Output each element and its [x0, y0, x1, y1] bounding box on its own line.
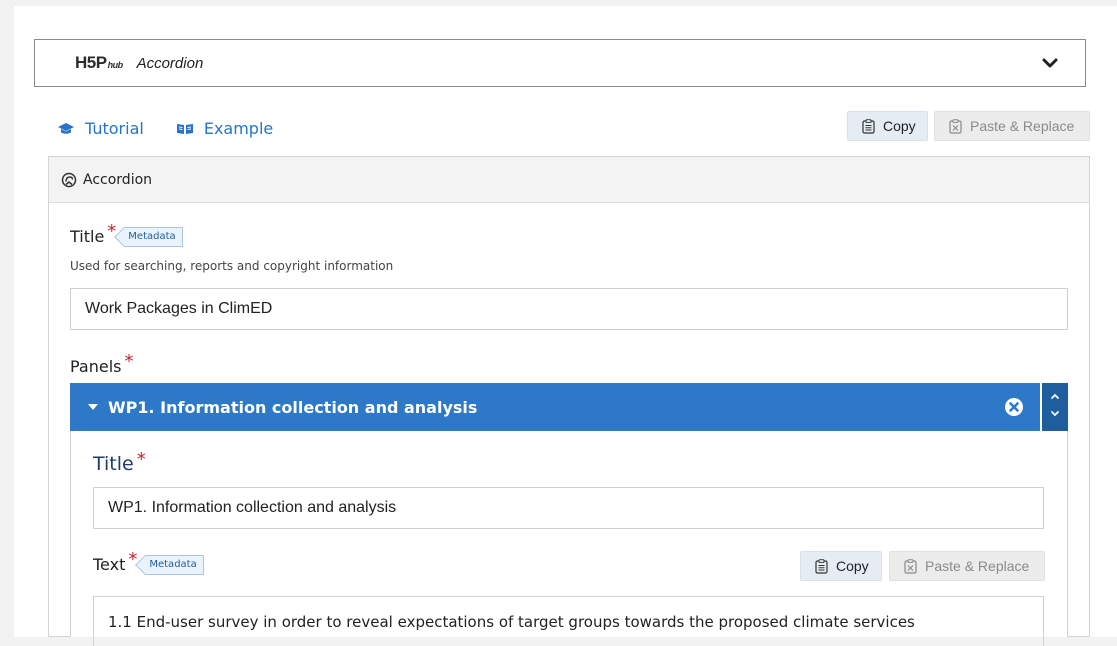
order-buttons: [1042, 383, 1068, 431]
graduation-cap-icon: [58, 122, 74, 134]
paste-replace-label: Paste & Replace: [970, 118, 1075, 134]
h5p-logo-text: H5P: [75, 53, 107, 72]
example-link[interactable]: Example: [176, 119, 273, 138]
metadata-badge-label: Metadata: [149, 559, 197, 570]
help-links: Tutorial Example: [57, 119, 273, 138]
panel-title-label-text: Title: [93, 453, 134, 475]
panel-text-label: Text * Metadata: [93, 549, 204, 575]
content-type-header: Accordion: [49, 157, 1089, 203]
panel-text-content: 1.1 End-user survey in order to reveal e…: [108, 613, 915, 631]
required-mark: *: [136, 448, 146, 470]
h5p-logo-sub: hub: [107, 60, 124, 70]
title-input[interactable]: Work Packages in ClimED: [70, 288, 1068, 330]
panel-paste-replace-label: Paste & Replace: [925, 558, 1030, 574]
panel-item-header[interactable]: WP1. Information collection and analysis: [70, 383, 1040, 431]
copy-button[interactable]: Copy: [847, 111, 928, 141]
paste-clipboard-icon: [904, 558, 917, 574]
metadata-badge[interactable]: Metadata: [145, 554, 204, 575]
clipboard-icon: [815, 558, 828, 574]
panels-label: Panels *: [70, 351, 134, 377]
panel-text-editor[interactable]: 1.1 End-user survey in order to reveal e…: [93, 596, 1044, 646]
move-up-icon[interactable]: [1049, 389, 1061, 407]
title-field-label: Title * Metadata: [70, 221, 183, 247]
panel-copy-button[interactable]: Copy: [800, 551, 882, 581]
panel-title-label: Title *: [93, 449, 146, 476]
example-label: Example: [203, 119, 274, 138]
panels-label-text: Panels: [70, 357, 122, 376]
metadata-badge-label: Metadata: [128, 231, 176, 242]
tutorial-link[interactable]: Tutorial: [57, 119, 144, 138]
library-title: Accordion: [136, 54, 204, 72]
panel-copy-label: Copy: [836, 558, 869, 574]
content-type-name: Accordion: [83, 171, 153, 188]
move-down-icon[interactable]: [1049, 407, 1061, 425]
accordion-icon: [61, 172, 77, 187]
caret-down-icon[interactable]: [88, 404, 98, 410]
title-label-text: Title: [70, 227, 105, 246]
required-mark: *: [124, 351, 134, 372]
tutorial-label: Tutorial: [85, 119, 144, 138]
remove-icon[interactable]: [1004, 397, 1024, 421]
chevron-down-icon[interactable]: [1041, 54, 1059, 72]
copy-label: Copy: [883, 118, 916, 134]
panel-item-title: WP1. Information collection and analysis: [108, 397, 478, 417]
title-field-description: Used for searching, reports and copyrigh…: [70, 259, 394, 273]
panel-title-input[interactable]: WP1. Information collection and analysis: [93, 487, 1044, 529]
library-selector[interactable]: H5P hub Accordion: [34, 39, 1086, 87]
paste-replace-button[interactable]: Paste & Replace: [934, 111, 1090, 141]
metadata-badge[interactable]: Metadata: [124, 226, 183, 247]
panel-paste-replace-button[interactable]: Paste & Replace: [889, 551, 1045, 581]
h5p-logo: H5P hub: [75, 53, 123, 73]
panel-text-label-text: Text: [93, 555, 126, 574]
clipboard-icon: [862, 118, 875, 134]
required-mark: *: [107, 221, 117, 242]
book-open-icon: [176, 123, 193, 134]
paste-clipboard-icon: [949, 118, 962, 134]
